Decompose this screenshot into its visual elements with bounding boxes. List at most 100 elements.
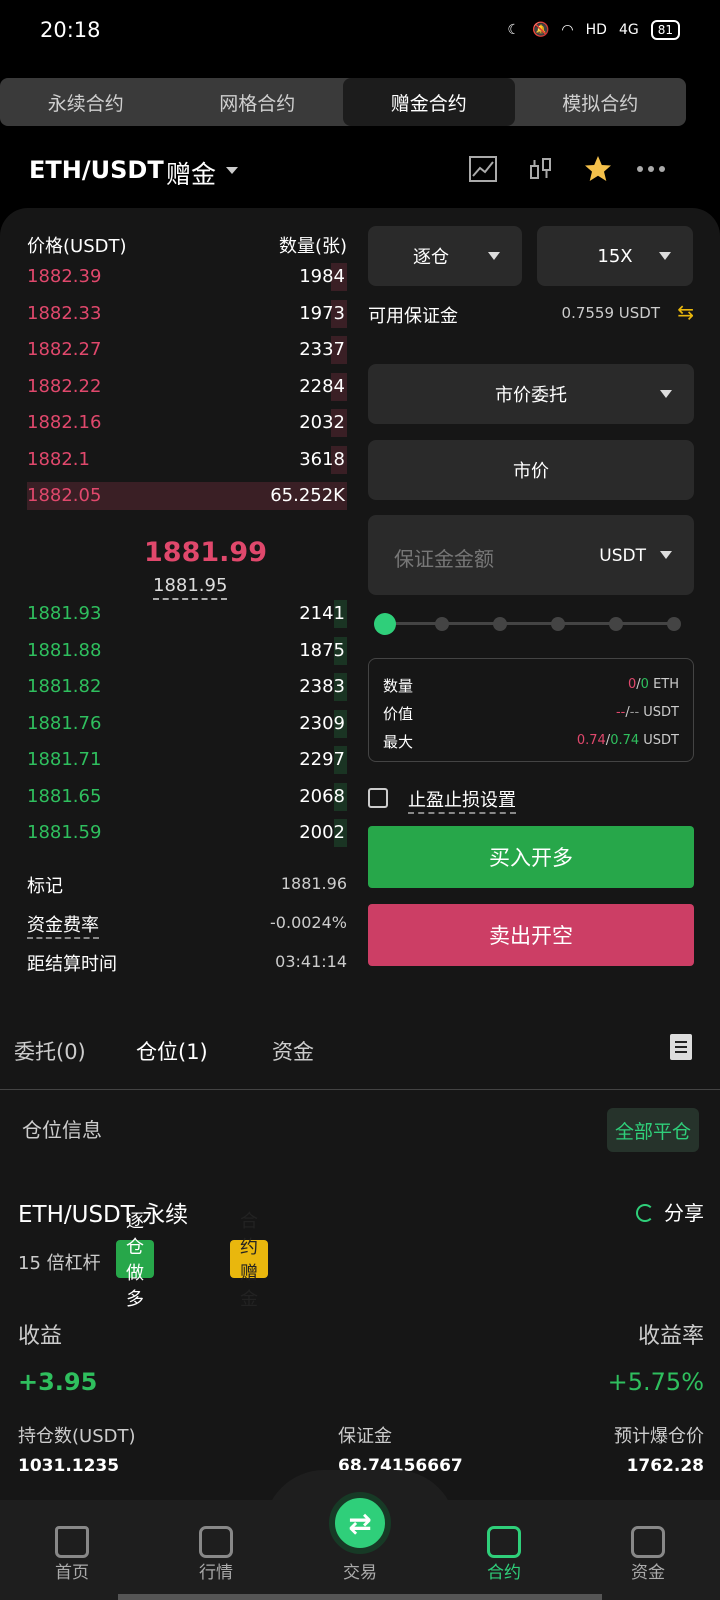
ask-row[interactable]: 1882.1 3618 xyxy=(27,444,347,476)
leverage-select[interactable]: 15X xyxy=(537,226,693,286)
order-type-select[interactable]: 市价委托 xyxy=(368,364,694,424)
ask-row[interactable]: 1882.05 65.252K xyxy=(27,480,347,512)
chevron-down-icon[interactable] xyxy=(660,551,672,559)
pair-dropdown-icon[interactable] xyxy=(226,167,238,174)
pair-mode[interactable]: 赠金 xyxy=(166,155,216,191)
settlement-label: 距结算时间 xyxy=(27,954,117,975)
tpsl-setting[interactable]: 止盈止损设置 xyxy=(368,786,694,816)
bell-off-icon: 🔕 xyxy=(531,22,550,38)
tab-perpetual[interactable]: 永续合约 xyxy=(0,78,172,126)
funding-rate-row[interactable]: 资金费率 -0.0024% xyxy=(27,911,347,941)
bid-row[interactable]: 1881.76 2309 xyxy=(27,708,347,740)
amount-unit[interactable]: USDT xyxy=(599,546,646,566)
bid-row[interactable]: 1881.59 2002 xyxy=(27,817,347,849)
star-icon[interactable] xyxy=(583,154,613,184)
bonus-badge: 合约赠金 xyxy=(230,1211,268,1310)
more-icon[interactable] xyxy=(636,154,666,184)
transfer-icon[interactable]: ⇆ xyxy=(677,300,694,324)
share-label: 分享 xyxy=(664,1201,704,1225)
slider-step-80[interactable] xyxy=(609,617,623,631)
ask-row[interactable]: 1882.22 2284 xyxy=(27,371,347,403)
bid-row[interactable]: 1881.65 2068 xyxy=(27,781,347,813)
slider-step-40[interactable] xyxy=(493,617,507,631)
bid-qty: 2002 xyxy=(299,822,345,843)
amount-slider[interactable] xyxy=(374,612,681,636)
ask-qty: 1984 xyxy=(299,266,345,287)
bid-row[interactable]: 1881.82 2383 xyxy=(27,671,347,703)
available-margin-row: 可用保证金 0.7559 USDT ⇆ xyxy=(368,300,694,330)
available-margin-label: 可用保证金 xyxy=(368,306,458,327)
futures-icon xyxy=(487,1526,521,1558)
tab-positions[interactable]: 仓位(1) xyxy=(136,1036,208,1066)
tab-assets[interactable]: 资金 xyxy=(272,1036,314,1066)
trade-button[interactable]: ⇄ xyxy=(329,1492,391,1554)
wallet-icon xyxy=(631,1526,665,1558)
price-field[interactable]: 市价 xyxy=(368,440,694,500)
nav-futures[interactable]: 合约 xyxy=(444,1500,564,1600)
tab-bonus[interactable]: 赠金合约 xyxy=(343,78,515,126)
available-margin-value: 0.7559 USDT xyxy=(561,304,660,322)
position-info-title: 仓位信息 xyxy=(22,1118,102,1142)
order-summary: 数量 0/0 ETH 价值 --/-- USDT 最大 0.74/0.74 US… xyxy=(368,658,694,762)
nav-markets[interactable]: 行情 xyxy=(156,1500,276,1600)
slider-step-20[interactable] xyxy=(435,617,449,631)
tab-grid[interactable]: 网格合约 xyxy=(172,78,344,126)
funding-rate-label[interactable]: 资金费率 xyxy=(27,911,99,939)
bid-qty: 2309 xyxy=(299,712,345,734)
ask-row[interactable]: 1882.27 2337 xyxy=(27,334,347,366)
slider-handle[interactable] xyxy=(374,613,396,635)
ask-price: 1882.16 xyxy=(27,412,102,433)
chart-icon[interactable] xyxy=(468,154,498,184)
nav-home[interactable]: 首页 xyxy=(12,1500,132,1600)
summary-value-label: 价值 xyxy=(383,705,414,723)
nav-futures-label: 合约 xyxy=(487,1563,521,1583)
pair-title[interactable]: ETH/USDT xyxy=(29,156,164,184)
chevron-down-icon xyxy=(660,390,672,398)
slider-step-60[interactable] xyxy=(551,617,565,631)
ask-price: 1882.1 xyxy=(27,448,90,470)
close-all-button[interactable]: 全部平仓 xyxy=(607,1108,699,1152)
bid-row[interactable]: 1881.93 2141 xyxy=(27,598,347,630)
tpsl-label[interactable]: 止盈止损设置 xyxy=(408,786,516,814)
ask-qty: 2337 xyxy=(299,339,345,360)
settlement-row: 距结算时间 03:41:14 xyxy=(27,950,347,980)
summary-qty-b: 0 xyxy=(640,677,649,692)
leverage-text: 15 倍杠杆 xyxy=(18,1253,101,1274)
share-button[interactable]: 分享 xyxy=(636,1197,704,1226)
battery-icon: 81 xyxy=(650,20,680,40)
summary-qty-row: 数量 0/0 ETH xyxy=(383,677,679,695)
settlement-countdown: 03:41:14 xyxy=(275,952,347,971)
sell-short-button[interactable]: 卖出开空 xyxy=(368,904,694,966)
nav-trade-label[interactable]: 交易 xyxy=(300,1558,420,1583)
tab-demo[interactable]: 模拟合约 xyxy=(515,78,687,126)
status-bar: 20:18 ☾ 🔕 ◠ HD 4G 81 xyxy=(0,0,720,64)
ask-row[interactable]: 1882.33 1973 xyxy=(27,298,347,330)
slider-track[interactable] xyxy=(384,622,672,625)
price-column-header: 价格(USDT) xyxy=(27,236,127,257)
buy-long-button[interactable]: 买入开多 xyxy=(368,826,694,888)
signal-icon: 4G xyxy=(618,22,639,38)
ask-row[interactable]: 1882.39 1984 xyxy=(27,261,347,293)
bid-row[interactable]: 1881.88 1875 xyxy=(27,635,347,667)
tab-orders[interactable]: 委托(0) xyxy=(14,1036,86,1066)
bid-row[interactable]: 1881.71 2297 xyxy=(27,744,347,776)
nav-home-label: 首页 xyxy=(55,1563,89,1583)
summary-max-b: 0.74 xyxy=(610,733,640,748)
wifi-icon: ◠ xyxy=(561,22,574,38)
ask-row[interactable]: 1882.16 2032 xyxy=(27,407,347,439)
slider-step-100[interactable] xyxy=(667,617,681,631)
document-icon[interactable] xyxy=(670,1034,692,1060)
summary-max-label: 最大 xyxy=(383,733,414,751)
pair-header: ETH/USDT 赠金 xyxy=(0,150,720,194)
ask-price: 1882.33 xyxy=(27,302,102,324)
bid-qty: 1875 xyxy=(299,639,345,661)
tpsl-checkbox[interactable] xyxy=(368,788,388,808)
markets-icon xyxy=(199,1526,233,1558)
nav-assets[interactable]: 资金 xyxy=(588,1500,708,1600)
margin-amount-input[interactable]: 保证金金额 USDT xyxy=(368,515,694,595)
margin-mode-select[interactable]: 逐仓 xyxy=(368,226,522,286)
last-price: 1881.99 xyxy=(144,537,267,568)
bid-price: 1881.71 xyxy=(27,749,102,770)
candlestick-icon[interactable] xyxy=(526,154,556,184)
ask-price: 1882.27 xyxy=(27,339,102,360)
